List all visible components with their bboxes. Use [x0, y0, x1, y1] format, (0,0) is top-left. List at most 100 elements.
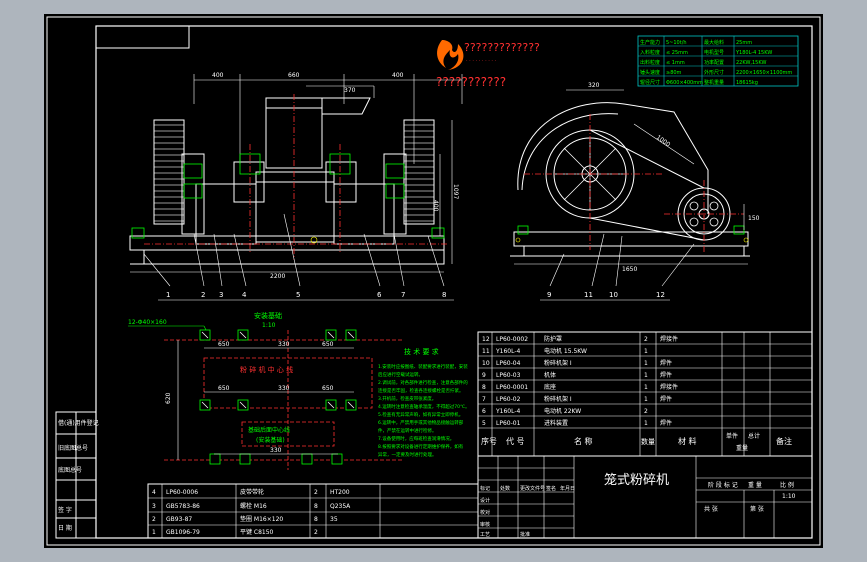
tech-line: 7.设备使用时，应每班检查润滑情况。 — [378, 435, 454, 442]
screen-background: 借(通)用件登记 旧底图总号 底图总号 签 字 日 期 ????????????… — [0, 0, 867, 562]
side-callout-10: 10 — [609, 291, 618, 299]
logo-subtitle: ??????????? — [436, 75, 506, 89]
lower-r1-c4: Q235A — [330, 503, 351, 510]
spec-r3-c3: 2200×1650×1100mm — [736, 70, 792, 76]
parts-seq: 6 — [482, 408, 486, 415]
dim-front-bottom: 2200 — [270, 273, 285, 280]
title-sheet-label: 共 张 — [704, 505, 718, 513]
tech-line: 8.按照要求对设备进行定期维护保养，如有 — [378, 443, 464, 450]
left-strip: 借(通)用件登记 旧底图总号 底图总号 签 字 日 期 — [55, 411, 99, 539]
front-callout-3: 3 — [219, 291, 223, 299]
plan-frame-label: 粉 碎 机 中 心 线 — [240, 365, 293, 374]
lower-r2-c2: 垫圈 M16×120 — [240, 515, 283, 523]
dim-front-right-a: 1097 — [452, 184, 459, 199]
title-role-3: 审核 — [480, 521, 490, 528]
lower-r0-c1: LP60-0006 — [166, 489, 198, 496]
lower-r2-c0: 2 — [152, 516, 156, 523]
tech-line: 2.调试前，对各部件进行检查，注意各部件的 — [378, 379, 468, 386]
outer-frame — [46, 16, 821, 546]
logo-text: ????????????? — [464, 41, 540, 54]
dim-front-top-right: 400 — [392, 72, 404, 79]
parts-header-qty: 数量 — [641, 437, 655, 446]
parts-header-total: 总计 — [748, 432, 760, 440]
plan-dim-d: 650 — [218, 385, 230, 392]
spec-r0-c0: 生产能力 — [640, 39, 660, 46]
spec-r0-c2: 最大给料 — [704, 39, 724, 46]
spec-r2-c3: 22KW,15KW — [736, 60, 766, 66]
side-view[interactable]: 320 1000 1650 150 9 11 10 12 — [510, 82, 760, 301]
parts-header-material: 材 料 — [678, 436, 697, 446]
marker-group — [310, 236, 749, 244]
spec-r1-c1: ≤ 25mm — [666, 50, 688, 56]
parts-name: 粉碎机架 I — [544, 359, 572, 367]
parts-code: LP60-01 — [496, 420, 521, 427]
title-role-5: 批准 — [520, 531, 530, 538]
parts-qty: 1 — [644, 396, 648, 403]
spec-table[interactable]: 生产能力 5~10t/h 最大给料 25mm 入料粒度 ≤ 25mm 电机型号 … — [637, 35, 799, 87]
parts-name: 进料装置 — [544, 419, 568, 427]
parts-code: Y160L-4 — [495, 408, 521, 415]
parts-qty: 1 — [644, 372, 648, 379]
dim-front-right-b: 400 — [432, 200, 439, 212]
spec-r2-c1: ≤ 1mm — [666, 60, 685, 66]
front-view[interactable]: 400 660 400 370 1097 400 2200 1 2 3 4 5 … — [129, 72, 463, 301]
lower-r2-c1: GB93-87 — [166, 516, 192, 523]
flame-icon — [437, 40, 464, 70]
title-sign-2: 处数 — [500, 485, 510, 492]
lower-r1-c3: 8 — [314, 503, 318, 510]
side-callout-11: 11 — [584, 291, 593, 299]
plan-view[interactable]: 安装基础 1:10 12-Φ40×160 粉 碎 机 中 心 线 基础后面中心线… — [128, 311, 404, 470]
title-sign-3: 更改文件号 — [520, 485, 545, 492]
side-callout-9: 9 — [547, 291, 551, 299]
plan-dim-a: 650 — [218, 341, 230, 348]
parts-code: LP60-02 — [496, 396, 521, 403]
parts-material: 焊接件 — [660, 383, 678, 391]
dim-side-top: 320 — [588, 82, 600, 89]
front-callout-6: 6 — [377, 291, 382, 299]
lower-r0-c0: 4 — [152, 489, 156, 496]
title-stage-label: 阶 段 标 记 — [708, 481, 738, 489]
plan-dim-c: 650 — [322, 341, 334, 348]
title-scale-label: 比 例 — [780, 481, 794, 489]
parts-material: 焊件 — [660, 419, 672, 427]
parts-list-text: 12 LP60-0002 防护罩 2 焊接件 11 Y160L-4 电动机 15… — [481, 335, 792, 452]
parts-seq: 10 — [482, 360, 490, 367]
front-callout-7: 7 — [401, 291, 405, 299]
lower-parts-list[interactable]: 4 LP60-0006 皮带带轮 2 HT200 3 GB5783-86 螺栓 … — [147, 483, 479, 539]
title-sign-1: 标记 — [480, 485, 490, 492]
parts-qty: 1 — [644, 384, 648, 391]
lower-r2-c3: 8 — [314, 516, 318, 523]
title-block[interactable]: 笼式粉碎机 阶 段 标 记 重 量 比 例 1:10 共 张 第 张 标记 处数… — [477, 455, 813, 539]
lower-r1-c1: GB5783-86 — [166, 503, 200, 510]
parts-material: 焊接件 — [660, 335, 678, 343]
parts-qty: 2 — [644, 336, 648, 343]
parts-material: 焊件 — [660, 371, 672, 379]
drawing-sheet: 借(通)用件登记 旧底图总号 底图总号 签 字 日 期 ????????????… — [46, 16, 821, 546]
parts-qty: 1 — [644, 420, 648, 427]
spec-r4-c3: 18615kg — [736, 80, 758, 86]
title-role-4: 工艺 — [480, 532, 490, 538]
plan-subtitle: 1:10 — [262, 322, 276, 329]
parts-qty: 2 — [644, 408, 648, 415]
dim-front-top-left: 400 — [212, 72, 224, 79]
parts-material: 焊件 — [660, 395, 672, 403]
lower-r3-c3: 2 — [314, 529, 318, 536]
dim-front-top-mid: 660 — [288, 72, 300, 79]
tech-line: 后应进行空载试运转。 — [378, 371, 423, 378]
dim-side-diag: 1000 — [655, 134, 672, 149]
plan-dim-g: 330 — [270, 447, 282, 454]
tech-requirements: 技 术 要 求 1.安装时应按图纸、装配要求进行装配，安装 后应进行空载试运转。… — [378, 347, 470, 458]
cad-drawing-canvas[interactable]: 借(通)用件登记 旧底图总号 底图总号 签 字 日 期 ????????????… — [44, 14, 823, 548]
tech-line: 3.开机前，检查皮带张紧度。 — [378, 395, 436, 402]
front-callout-1: 1 — [166, 291, 170, 299]
parts-material: 焊件 — [660, 359, 672, 367]
parts-code: Y160L-4 — [495, 348, 521, 355]
tech-title: 技 术 要 求 — [404, 347, 439, 356]
parts-seq: 11 — [482, 348, 490, 355]
front-callout-2: 2 — [201, 291, 205, 299]
lower-r1-c2: 螺栓 M16 — [240, 502, 267, 510]
lower-r1-c0: 3 — [152, 503, 156, 510]
strip-label-3: 底图总号 — [58, 466, 82, 474]
lower-r2-c4: 35 — [330, 516, 338, 523]
spec-r3-c2: 外形尺寸 — [704, 69, 724, 76]
